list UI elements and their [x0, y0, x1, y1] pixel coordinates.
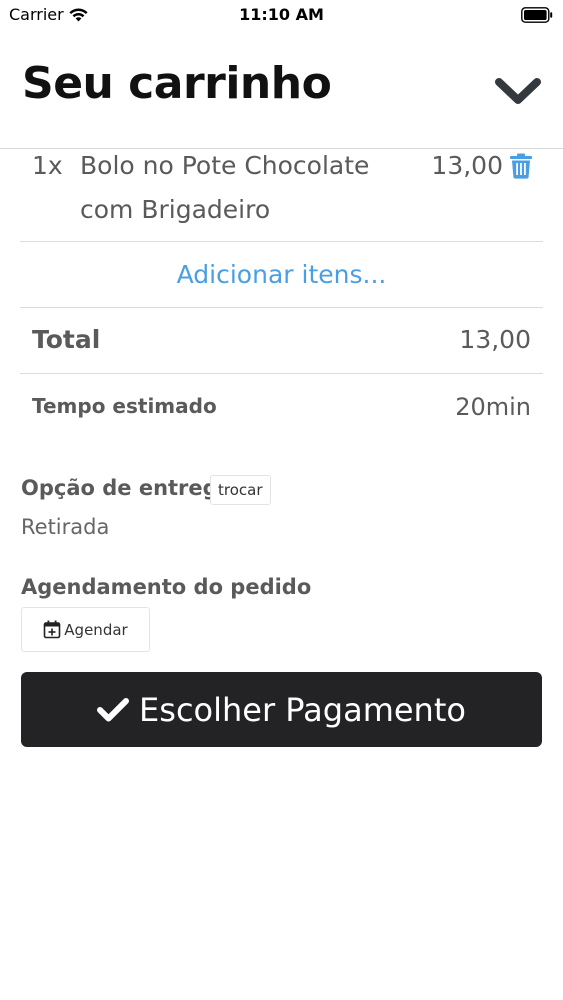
cart-item: 1x Bolo no Pote Chocolate com Brigadeiro… [20, 149, 543, 242]
estimated-time-row: Tempo estimado 20min [20, 374, 543, 439]
calendar-plus-icon [43, 620, 61, 639]
collapse-cart-button[interactable] [492, 70, 544, 112]
status-time: 11:10 AM [239, 5, 324, 24]
status-bar: Carrier 11:10 AM [0, 0, 563, 30]
add-items-row: Adicionar itens... [20, 242, 543, 308]
add-items-link[interactable]: Adicionar itens... [177, 260, 387, 289]
schedule-button-label: Agendar [64, 620, 128, 639]
estimated-time-value: 20min [455, 393, 531, 421]
change-delivery-button[interactable]: trocar [210, 475, 271, 505]
total-label: Total [32, 325, 101, 354]
check-icon [97, 697, 130, 721]
total-row: Total 13,00 [20, 308, 543, 374]
choose-payment-label: Escolher Pagamento [139, 690, 466, 729]
delivery-option-label: Opção de entrega [21, 476, 232, 500]
chevron-down-icon [495, 78, 541, 104]
total-value: 13,00 [459, 325, 531, 354]
battery-icon [521, 7, 553, 23]
item-price: 13,00 [431, 151, 503, 180]
item-quantity: 1x [32, 151, 63, 180]
estimated-time-label: Tempo estimado [32, 394, 217, 418]
page-title: Seu carrinho [22, 58, 332, 109]
trash-icon[interactable] [509, 153, 533, 179]
item-name: Bolo no Pote Chocolate com Brigadeiro [80, 151, 370, 224]
delivery-option-value: Retirada [21, 515, 110, 539]
scheduling-label: Agendamento do pedido [21, 575, 312, 599]
schedule-button[interactable]: Agendar [21, 607, 150, 652]
choose-payment-button[interactable]: Escolher Pagamento [21, 672, 542, 747]
